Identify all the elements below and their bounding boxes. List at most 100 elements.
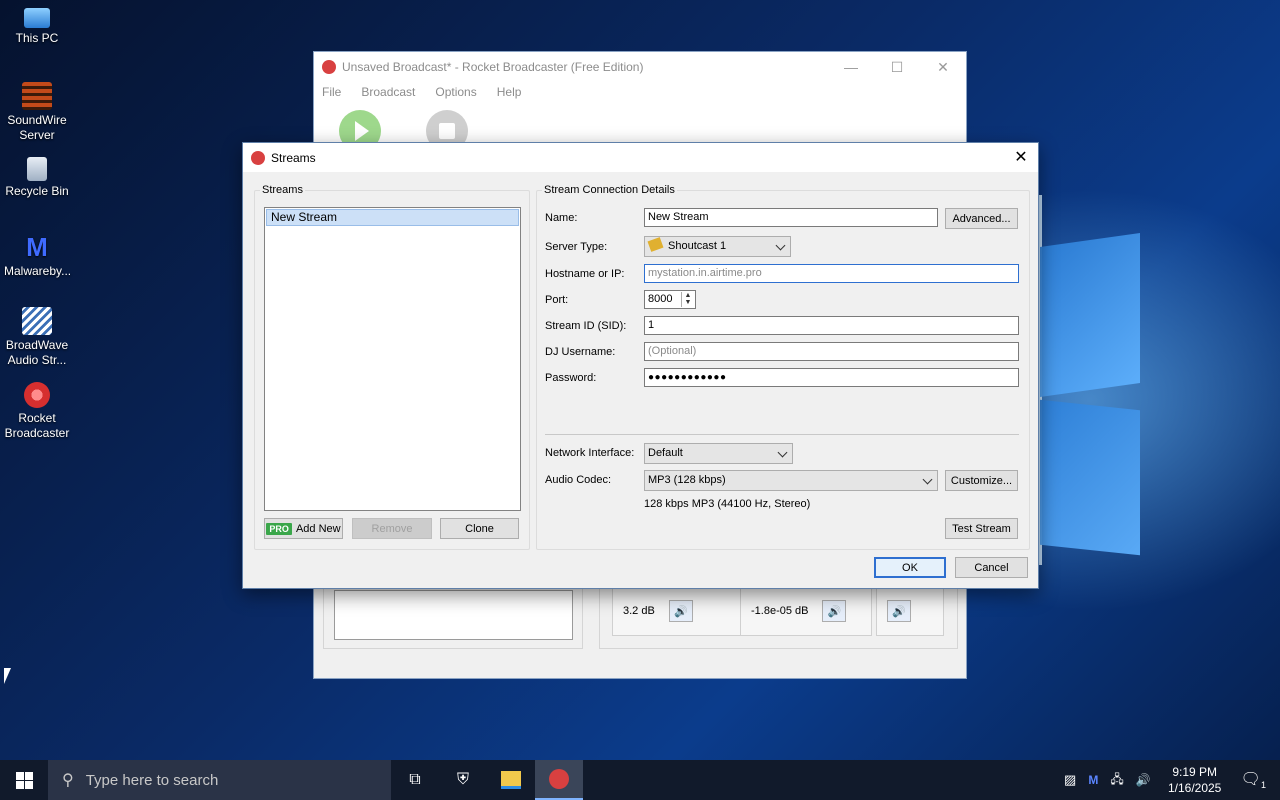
network-icon[interactable]: 🖧 — [1110, 770, 1123, 791]
desktop-icon-malwarebytes[interactable]: M Malwareby... — [4, 232, 71, 279]
menubar: File Broadcast Options Help — [314, 82, 966, 102]
desktop-icon-broadwave[interactable]: BroadWave Audio Str... — [4, 307, 70, 368]
add-new-label: Add New — [295, 522, 341, 535]
add-new-button[interactable]: PRO Add New — [264, 518, 343, 539]
taskbar: ⚲ Type here to search ⧉ ⛨ ▨ M 🖧 🔊 9:19 P… — [0, 760, 1280, 800]
malwarebytes-icon: M — [26, 232, 48, 262]
streams-dialog: Streams ✕ Streams New Stream PRO Add New… — [242, 142, 1039, 589]
ok-button[interactable]: OK — [874, 557, 946, 578]
sid-field[interactable]: 1 — [644, 316, 1019, 335]
task-view-icon[interactable]: ⧉ — [391, 760, 439, 800]
network-interface-select[interactable]: Default — [644, 443, 793, 464]
soundwire-icon — [22, 82, 52, 110]
windows-icon — [15, 771, 33, 789]
name-field[interactable]: New Stream — [644, 208, 938, 227]
list-item[interactable]: New Stream — [266, 209, 519, 226]
menu-broadcast[interactable]: Broadcast — [361, 85, 415, 99]
audio-codec-value: MP3 (128 kbps) — [648, 474, 726, 486]
menu-help[interactable]: Help — [497, 85, 522, 99]
search-icon: ⚲ — [62, 772, 74, 789]
maximize-icon[interactable]: ☐ — [874, 52, 920, 82]
codec-summary: 128 kbps MP3 (44100 Hz, Stereo) — [644, 498, 811, 510]
system-tray: ▨ M 🖧 🔊 9:19 PM 1/16/2025 🗨1 — [1058, 760, 1280, 800]
remove-button[interactable]: Remove — [352, 518, 432, 539]
menu-file[interactable]: File — [322, 85, 341, 99]
test-stream-button[interactable]: Test Stream — [945, 518, 1018, 539]
desktop-icon-soundwire[interactable]: SoundWire Server — [4, 82, 70, 143]
hostname-label: Hostname or IP: — [545, 268, 625, 280]
server-type-label: Server Type: — [545, 241, 608, 253]
chevron-down-icon — [922, 474, 933, 485]
rocket-broadcaster-taskbar-icon[interactable] — [535, 760, 583, 800]
network-interface-value: Default — [648, 447, 683, 459]
notification-count: 1 — [1260, 780, 1266, 791]
meter-2: -1.8e-05 dB 🔊 — [740, 586, 872, 636]
app-icon — [251, 150, 265, 165]
main-window-titlebar[interactable]: Unsaved Broadcast* - Rocket Broadcaster … — [314, 52, 966, 82]
dialog-titlebar[interactable]: Streams ✕ — [243, 143, 1038, 172]
search-box[interactable]: ⚲ Type here to search — [48, 760, 391, 800]
name-label: Name: — [545, 212, 578, 224]
desktop-icon-recycle-bin[interactable]: Recycle Bin — [4, 157, 70, 199]
divider — [545, 434, 1019, 435]
sid-label: Stream ID (SID): — [545, 320, 627, 332]
computer-icon — [24, 8, 50, 28]
notification-icon[interactable]: 🗨1 — [1241, 769, 1266, 790]
dialog-title: Streams — [271, 150, 316, 165]
app-icon — [322, 60, 336, 74]
volume-icon[interactable]: 🔊 — [1136, 773, 1151, 787]
clock[interactable]: 9:19 PM 1/16/2025 — [1157, 764, 1233, 796]
customize-button[interactable]: Customize... — [945, 470, 1018, 491]
recycle-bin-icon — [27, 157, 47, 181]
streams-list[interactable]: New Stream — [264, 207, 521, 511]
malwarebytes-tray-icon[interactable]: M — [1088, 773, 1098, 787]
main-window-title: Unsaved Broadcast* - Rocket Broadcaster … — [342, 60, 644, 74]
clock-date: 1/16/2025 — [1167, 781, 1222, 795]
clone-button[interactable]: Clone — [440, 518, 519, 539]
server-type-value: Shoutcast 1 — [668, 240, 727, 252]
chevron-down-icon — [775, 240, 786, 251]
file-explorer-icon[interactable] — [487, 760, 535, 800]
speaker-icon[interactable]: 🔊 — [822, 600, 847, 622]
desktop-icon-rocket-broadcaster[interactable]: Rocket Broadcaster — [4, 382, 70, 441]
broadwave-icon — [22, 307, 52, 335]
security-shield-icon[interactable]: ⛨ — [439, 760, 487, 800]
wallpaper-pane — [1040, 399, 1140, 556]
minimize-icon[interactable]: — — [828, 52, 874, 82]
speaker-icon[interactable]: 🔊 — [887, 600, 911, 622]
close-icon[interactable]: ✕ — [920, 52, 966, 82]
password-label: Password: — [545, 372, 597, 384]
broadwave-tray-icon[interactable]: ▨ — [1064, 772, 1076, 788]
hostname-field[interactable]: mystation.in.airtime.pro — [644, 264, 1019, 283]
desktop-icon-this-pc[interactable]: This PC — [4, 8, 70, 46]
server-type-select[interactable]: Shoutcast 1 — [644, 236, 791, 257]
details-group-label: Stream Connection Details — [542, 184, 677, 196]
rocket-broadcaster-icon — [24, 382, 50, 408]
meter-1: 3.2 dB 🔊 — [612, 586, 750, 636]
meter-value: 3.2 dB — [623, 605, 655, 617]
password-field[interactable]: ●●●●●●●●●●●● — [644, 368, 1019, 387]
audio-codec-label: Audio Codec: — [545, 474, 612, 486]
clock-time: 9:19 PM — [1172, 765, 1218, 779]
dj-username-placeholder: (Optional) — [648, 345, 697, 357]
speaker-icon[interactable]: 🔊 — [668, 600, 693, 622]
hostname-placeholder: mystation.in.airtime.pro — [648, 267, 762, 279]
close-icon[interactable]: ✕ — [1010, 147, 1032, 167]
spin-arrows-icon[interactable]: ▲ ▼ — [681, 292, 694, 307]
port-stepper[interactable]: 8000 ▲ ▼ — [644, 290, 696, 309]
search-placeholder: Type here to search — [85, 771, 219, 789]
cancel-button[interactable]: Cancel — [955, 557, 1028, 578]
chevron-down-icon — [777, 447, 788, 458]
port-label: Port: — [545, 294, 569, 306]
streams-group-label: Streams — [260, 184, 305, 196]
source-list[interactable] — [334, 590, 573, 640]
menu-options[interactable]: Options — [435, 85, 476, 99]
meter-3: 🔊 — [876, 586, 944, 636]
network-interface-label: Network Interface: — [545, 447, 635, 459]
start-button[interactable] — [0, 760, 48, 800]
advanced-button[interactable]: Advanced... — [945, 208, 1018, 229]
shoutcast-icon — [647, 237, 664, 252]
dj-username-label: DJ Username: — [545, 346, 616, 358]
audio-codec-select[interactable]: MP3 (128 kbps) — [644, 470, 938, 491]
dj-username-field[interactable]: (Optional) — [644, 342, 1019, 361]
